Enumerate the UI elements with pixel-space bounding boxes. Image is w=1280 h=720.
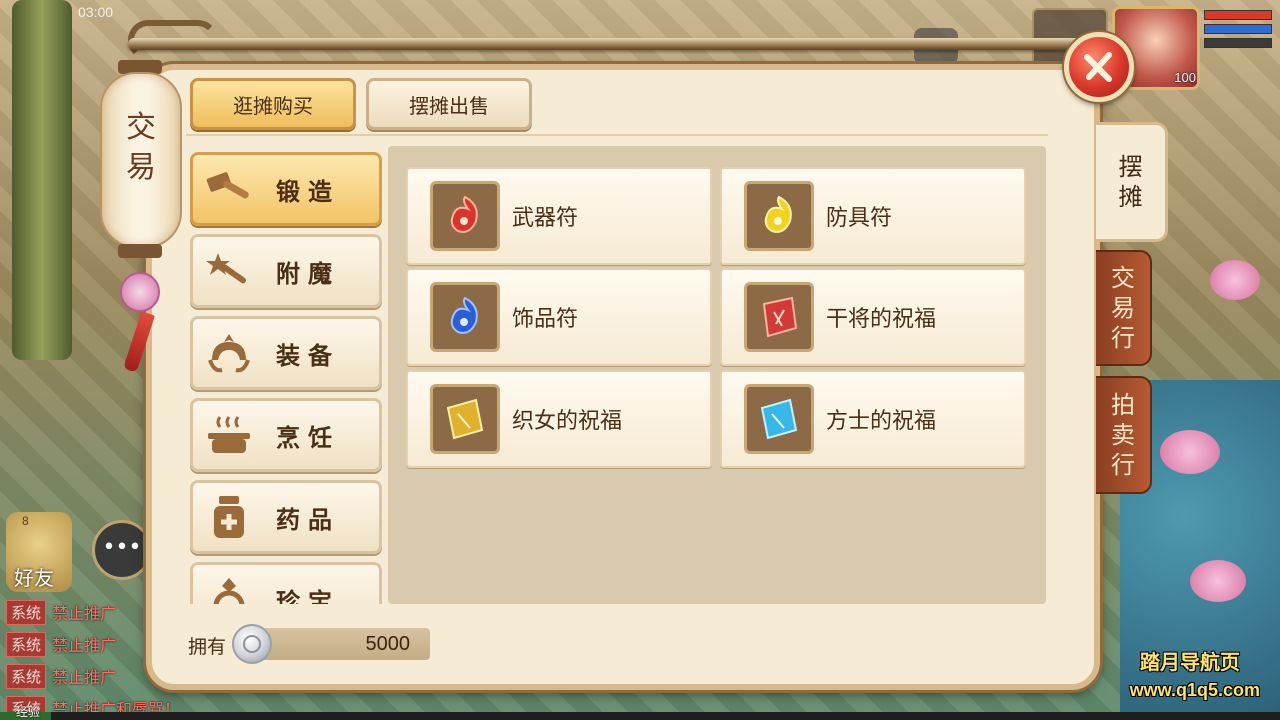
item-card[interactable]: 饰品符 <box>406 268 712 366</box>
category-equipment[interactable]: 装备 <box>190 316 382 390</box>
watermark-title: 踏月导航页 <box>1140 650 1240 674</box>
tab-stall-label: 摆 摊 <box>1116 152 1146 212</box>
category-label: 烹饪 <box>276 422 340 452</box>
energy-bar <box>1204 38 1272 48</box>
player-level: 100 <box>1174 70 1196 85</box>
panel-title-char: 交 <box>126 110 156 145</box>
category-forging[interactable]: 锻造 <box>190 152 382 226</box>
scroll-rod <box>128 38 1108 50</box>
category-cooking[interactable]: 烹饪 <box>190 398 382 472</box>
tab-char: 交 <box>1111 264 1135 292</box>
tab-auction-house[interactable]: 拍 卖 行 <box>1096 376 1152 494</box>
chat-message: 禁止推广 <box>52 668 117 687</box>
category-treasure[interactable]: 珍宝 <box>190 562 382 604</box>
chat-channel-tag: 系统 <box>6 599 47 625</box>
tab-char: 行 <box>1111 324 1135 352</box>
category-list[interactable]: 锻造 附魔 装备 烹饪 药品 珍宝 <box>186 148 386 604</box>
item-card[interactable]: 干将的祝福 <box>720 268 1026 366</box>
tab-stall-sell[interactable]: 摆摊出售 <box>366 78 532 130</box>
dragon-pillar <box>12 0 72 360</box>
tab-char: 易 <box>1111 294 1135 322</box>
item-name: 武器符 <box>512 206 579 231</box>
charm-icon <box>120 272 160 312</box>
cooking-pot-icon <box>201 407 257 463</box>
chat-channel-tag: 系统 <box>6 631 47 657</box>
currency-label: 拥有 <box>188 636 227 658</box>
mp-bar <box>1204 24 1272 34</box>
item-card[interactable]: 织女的祝福 <box>406 370 712 468</box>
friends-label: 好友 <box>14 566 54 590</box>
category-label: 锻造 <box>276 176 340 206</box>
tab-stall[interactable]: 摆 摊 <box>1096 122 1168 242</box>
lotus-flower <box>1160 430 1220 474</box>
category-label: 珍宝 <box>276 586 340 605</box>
item-name: 织女的祝福 <box>512 409 623 434</box>
category-enchant[interactable]: 附魔 <box>190 234 382 308</box>
lotus-flower <box>1190 560 1246 602</box>
medicine-jar-icon <box>201 489 257 545</box>
magic-wand-icon <box>201 243 257 299</box>
item-name: 防具符 <box>826 206 893 231</box>
tab-browse-buy[interactable]: 逛摊购买 <box>190 78 356 130</box>
currency-amount: 5000 <box>365 633 411 655</box>
lotus-flower <box>1210 260 1260 300</box>
item-name: 饰品符 <box>512 307 579 332</box>
chat-bubble-icon[interactable]: ••• <box>92 520 152 580</box>
tab-char: 卖 <box>1111 421 1135 449</box>
tab-auction-house-label: 拍 卖 行 <box>1108 390 1138 480</box>
item-name: 干将的祝福 <box>826 307 937 332</box>
hammer-icon <box>201 161 257 217</box>
blue-talisman-icon <box>430 282 500 352</box>
panel-title: 交 易 <box>118 108 164 188</box>
close-icon <box>1084 52 1112 82</box>
chat-channel-tag: 系统 <box>6 663 47 689</box>
tab-stall-char: 摊 <box>1118 183 1143 211</box>
experience-label: 经验 <box>16 705 41 719</box>
chat-message: 禁止推广 <box>52 636 117 655</box>
panel-title-char: 易 <box>126 150 156 185</box>
tab-char: 拍 <box>1111 391 1135 419</box>
experience-bar <box>0 712 1280 720</box>
friend-count-badge: 8 <box>22 514 29 528</box>
red-talisman-icon <box>430 181 500 251</box>
watermark-url: www.q1q5.com <box>1129 680 1260 700</box>
cyan-scroll-icon <box>744 384 814 454</box>
tab-trading-house-label: 交 易 行 <box>1108 263 1138 353</box>
red-scroll-icon <box>744 282 814 352</box>
category-label: 装备 <box>276 340 340 370</box>
hp-bar <box>1204 10 1272 20</box>
tab-trading-house[interactable]: 交 易 行 <box>1096 250 1152 366</box>
chat-message: 禁止推广 <box>52 604 117 623</box>
category-medicine[interactable]: 药品 <box>190 480 382 554</box>
divider <box>186 134 1048 136</box>
gold-scroll-icon <box>430 384 500 454</box>
item-card[interactable]: 武器符 <box>406 167 712 265</box>
ring-icon <box>201 571 257 604</box>
tab-stall-char: 摆 <box>1118 153 1143 181</box>
item-name: 方士的祝福 <box>826 409 937 434</box>
silver-coin-icon <box>232 624 272 664</box>
lantern-base <box>118 244 162 258</box>
clock: 03:00 <box>78 4 114 20</box>
yellow-talisman-icon <box>744 181 814 251</box>
item-card[interactable]: 防具符 <box>720 167 1026 265</box>
category-label: 附魔 <box>276 258 340 288</box>
close-button[interactable] <box>1064 32 1134 102</box>
tab-char: 行 <box>1111 451 1135 479</box>
category-label: 药品 <box>276 504 340 534</box>
helmet-icon <box>201 325 257 381</box>
item-card[interactable]: 方士的祝福 <box>720 370 1026 468</box>
